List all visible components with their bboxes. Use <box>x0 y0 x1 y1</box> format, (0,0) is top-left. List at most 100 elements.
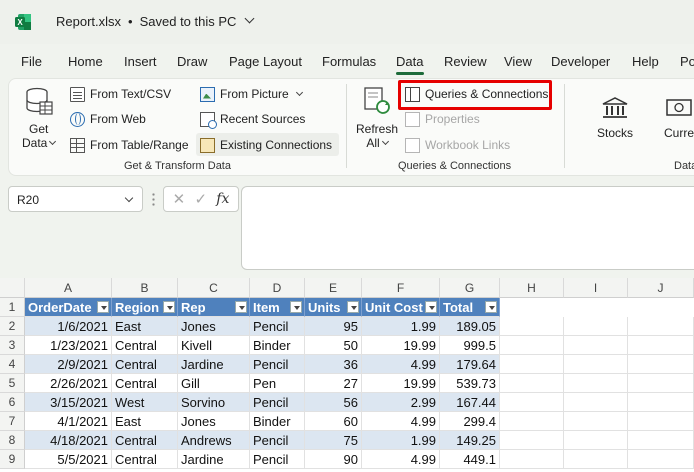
column-header-a[interactable]: A <box>25 278 112 298</box>
tab-power-pivot[interactable]: Po <box>680 54 694 69</box>
table-cell[interactable]: 75 <box>305 431 362 450</box>
table-cell[interactable]: Central <box>112 336 178 355</box>
table-cell[interactable]: 2.99 <box>362 393 440 412</box>
document-title[interactable]: Report.xlsx • Saved to this PC <box>56 13 255 29</box>
cancel-icon[interactable]: ✕ <box>173 190 186 208</box>
stocks-button[interactable]: Stocks <box>597 96 633 140</box>
tab-developer[interactable]: Developer <box>551 54 610 69</box>
empty-cell[interactable] <box>500 355 564 374</box>
filter-dropdown-icon[interactable] <box>485 301 497 313</box>
table-cell[interactable]: Central <box>112 450 178 469</box>
empty-cell[interactable] <box>564 393 628 412</box>
drag-handle-icon[interactable] <box>152 192 155 206</box>
get-data-button[interactable]: Get Data <box>22 86 57 150</box>
table-cell[interactable]: 3/15/2021 <box>25 393 112 412</box>
column-header-e[interactable]: E <box>305 278 362 298</box>
table-cell[interactable]: Pencil <box>250 355 305 374</box>
tab-file[interactable]: File <box>21 54 42 69</box>
table-cell[interactable]: Pen <box>250 374 305 393</box>
table-cell[interactable]: 95 <box>305 317 362 336</box>
table-cell[interactable]: Sorvino <box>178 393 250 412</box>
table-cell[interactable]: Jardine <box>178 355 250 374</box>
table-cell[interactable]: 2/9/2021 <box>25 355 112 374</box>
table-cell[interactable]: 1.99 <box>362 317 440 336</box>
table-cell[interactable]: 50 <box>305 336 362 355</box>
table-cell[interactable]: 56 <box>305 393 362 412</box>
table-cell[interactable]: 4/18/2021 <box>25 431 112 450</box>
empty-cell[interactable] <box>500 317 564 336</box>
filter-dropdown-icon[interactable] <box>235 301 247 313</box>
table-cell[interactable]: 999.5 <box>440 336 500 355</box>
table-cell[interactable]: Pencil <box>250 393 305 412</box>
tab-insert[interactable]: Insert <box>124 54 157 69</box>
empty-cell[interactable] <box>564 431 628 450</box>
table-cell[interactable]: East <box>112 412 178 431</box>
column-header-d[interactable]: D <box>250 278 305 298</box>
empty-cell[interactable] <box>628 355 694 374</box>
table-cell[interactable]: Central <box>112 355 178 374</box>
row-header-6[interactable]: 6 <box>0 393 25 412</box>
empty-cell[interactable] <box>564 355 628 374</box>
tab-help[interactable]: Help <box>632 54 659 69</box>
enter-icon[interactable]: ✓ <box>194 190 207 208</box>
empty-cell[interactable] <box>564 374 628 393</box>
table-header-cell[interactable]: OrderDate <box>25 298 112 317</box>
table-cell[interactable]: Pencil <box>250 450 305 469</box>
table-cell[interactable]: 4.99 <box>362 450 440 469</box>
empty-cell[interactable] <box>564 317 628 336</box>
column-header-i[interactable]: I <box>564 278 628 298</box>
table-cell[interactable]: 179.64 <box>440 355 500 374</box>
table-cell[interactable]: 19.99 <box>362 374 440 393</box>
table-cell[interactable]: Gill <box>178 374 250 393</box>
table-cell[interactable]: 189.05 <box>440 317 500 336</box>
empty-cell[interactable] <box>500 450 564 469</box>
table-cell[interactable]: 299.4 <box>440 412 500 431</box>
empty-cell[interactable] <box>628 450 694 469</box>
tab-view[interactable]: View <box>504 54 532 69</box>
empty-cell[interactable] <box>628 336 694 355</box>
column-header-j[interactable]: J <box>628 278 694 298</box>
table-cell[interactable]: 539.73 <box>440 374 500 393</box>
name-box[interactable]: R20 <box>8 186 143 212</box>
table-header-cell[interactable]: Rep <box>178 298 250 317</box>
filter-dropdown-icon[interactable] <box>97 301 109 313</box>
from-table-range-button[interactable]: From Table/Range <box>70 135 189 155</box>
select-all-corner[interactable] <box>0 278 25 298</box>
table-cell[interactable]: 27 <box>305 374 362 393</box>
table-cell[interactable]: 19.99 <box>362 336 440 355</box>
table-header-cell[interactable]: Item <box>250 298 305 317</box>
empty-cell[interactable] <box>628 393 694 412</box>
currencies-button[interactable]: Curre <box>664 96 694 140</box>
refresh-all-button[interactable]: Refresh All <box>356 86 398 150</box>
table-cell[interactable]: East <box>112 317 178 336</box>
row-header-2[interactable]: 2 <box>0 317 25 336</box>
row-header-4[interactable]: 4 <box>0 355 25 374</box>
table-cell[interactable]: Jones <box>178 317 250 336</box>
table-cell[interactable]: Binder <box>250 412 305 431</box>
empty-cell[interactable] <box>628 431 694 450</box>
tab-home[interactable]: Home <box>68 54 103 69</box>
column-header-b[interactable]: B <box>112 278 178 298</box>
workbook-links-button[interactable]: Workbook Links <box>405 135 510 155</box>
row-header-8[interactable]: 8 <box>0 431 25 450</box>
column-header-c[interactable]: C <box>178 278 250 298</box>
table-cell[interactable]: 36 <box>305 355 362 374</box>
filter-dropdown-icon[interactable] <box>290 301 302 313</box>
column-header-f[interactable]: F <box>362 278 440 298</box>
tab-page-layout[interactable]: Page Layout <box>229 54 302 69</box>
table-cell[interactable]: Pencil <box>250 317 305 336</box>
recent-sources-button[interactable]: Recent Sources <box>200 109 305 129</box>
from-web-button[interactable]: From Web <box>70 109 146 129</box>
table-cell[interactable]: 60 <box>305 412 362 431</box>
table-cell[interactable]: 1.99 <box>362 431 440 450</box>
properties-button[interactable]: Properties <box>405 109 480 129</box>
filter-dropdown-icon[interactable] <box>347 301 359 313</box>
table-cell[interactable]: 90 <box>305 450 362 469</box>
table-cell[interactable]: 149.25 <box>440 431 500 450</box>
row-header-9[interactable]: 9 <box>0 450 25 469</box>
table-cell[interactable]: Jardine <box>178 450 250 469</box>
insert-function-icon[interactable]: fx <box>216 191 229 207</box>
tab-formulas[interactable]: Formulas <box>322 54 376 69</box>
empty-cell[interactable] <box>564 450 628 469</box>
table-header-cell[interactable]: Region <box>112 298 178 317</box>
